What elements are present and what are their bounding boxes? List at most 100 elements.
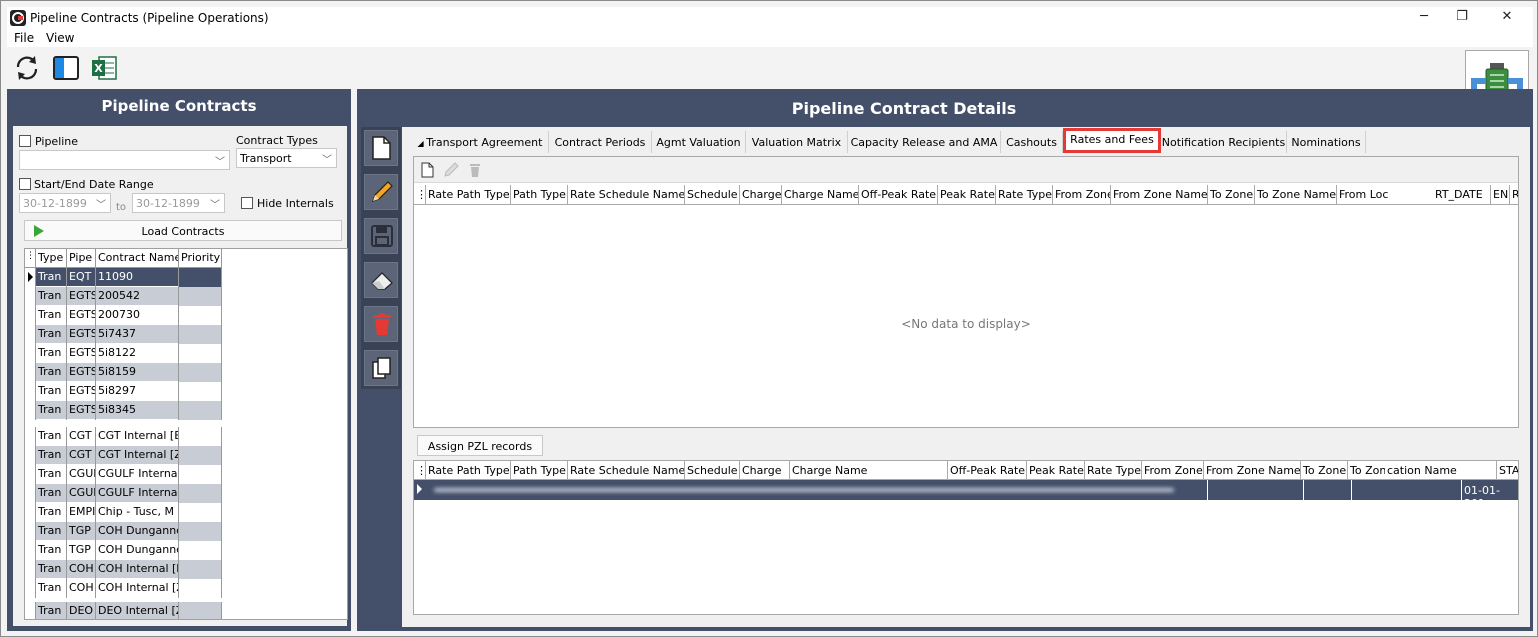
contract-types-dropdown[interactable]: Transport ﹀ bbox=[236, 148, 337, 168]
tab-cashouts[interactable]: Cashouts bbox=[1001, 131, 1063, 153]
tab-rates-and-fees[interactable]: Rates and Fees bbox=[1063, 128, 1161, 153]
rates-column-header[interactable]: END_DATE bbox=[1491, 185, 1510, 204]
contract-row[interactable]: Tran EGTS 5i7437 bbox=[25, 325, 222, 344]
rates-column-header[interactable]: RT_DATE bbox=[1433, 185, 1491, 204]
rates-column-header[interactable]: Path Type bbox=[511, 185, 568, 204]
pzl-column-header[interactable]: Rate Schedule Name bbox=[568, 461, 685, 479]
rates-column-header[interactable]: Charge bbox=[740, 185, 782, 204]
rates-column-header[interactable]: Off-Peak Rate bbox=[859, 185, 938, 204]
tab-contract-periods[interactable]: Contract Periods bbox=[549, 131, 652, 153]
contract-row[interactable]: Tran EGTS 200542 bbox=[25, 287, 222, 306]
pzl-column-header[interactable]: Path Type bbox=[511, 461, 568, 479]
grid-new-icon[interactable] bbox=[419, 162, 435, 178]
excel-icon[interactable]: X bbox=[91, 55, 117, 81]
layout-panel-icon[interactable] bbox=[53, 56, 79, 80]
copy-record-button[interactable] bbox=[364, 350, 398, 386]
contract-row[interactable]: Tran EGTS 5i8159 bbox=[25, 363, 222, 382]
save-record-button[interactable] bbox=[364, 218, 398, 254]
grid-toolbar bbox=[414, 157, 1518, 183]
contract-row[interactable]: Tran EMPI Chip - Tusc, M bbox=[25, 503, 222, 522]
rates-column-header[interactable]: From Zone Name bbox=[1111, 185, 1208, 204]
contract-row[interactable]: Tran DEO DEO Internal [Z bbox=[25, 602, 222, 619]
rates-column-header[interactable]: Rate Schedule Name bbox=[568, 185, 685, 204]
new-record-button[interactable] bbox=[364, 130, 398, 166]
pzl-records-grid[interactable]: ⋮ Rate Path Type Path Type Rate Schedule Na… bbox=[413, 460, 1519, 615]
tab-valuation-matrix[interactable]: Valuation Matrix bbox=[746, 131, 848, 153]
contract-row[interactable]: Tran CGT CGT Internal [E bbox=[25, 427, 222, 446]
to-label: to bbox=[116, 202, 127, 213]
pzl-column-header[interactable]: Schedule bbox=[685, 461, 740, 479]
hide-internals-checkbox[interactable] bbox=[241, 197, 253, 209]
rates-column-header[interactable]: To Zone bbox=[1208, 185, 1255, 204]
pzl-column-header[interactable]: START_DA bbox=[1497, 461, 1518, 479]
contract-row[interactable]: Tran EGTS 200730 bbox=[25, 306, 222, 325]
menu-view[interactable]: View bbox=[46, 31, 74, 45]
pzl-column-header[interactable]: Off-Peak Rate bbox=[948, 461, 1027, 479]
tab-agmt-valuation[interactable]: Agmt Valuation bbox=[652, 131, 746, 153]
contract-details-area: ◢ Transport Agreement Contract Periods A… bbox=[402, 127, 1530, 627]
column-header-priority[interactable]: Priority bbox=[179, 249, 222, 268]
tab-notification-recipients[interactable]: Notification Recipients bbox=[1161, 131, 1287, 153]
contract-row[interactable]: Tran EGTS 5i8345 bbox=[25, 401, 222, 420]
close-button[interactable]: ✕ bbox=[1495, 9, 1519, 27]
rates-column-header[interactable]: Rate Path Type bbox=[426, 185, 511, 204]
pzl-grid-row[interactable]: 01-01-201 bbox=[414, 480, 1518, 510]
rates-column-header[interactable]: From Loc bbox=[1337, 185, 1433, 204]
date-range-checkbox[interactable] bbox=[19, 178, 31, 190]
grid-delete-icon[interactable] bbox=[467, 162, 483, 178]
contract-row[interactable]: Tran CGUI CGULF Internal bbox=[25, 484, 222, 503]
maximize-button[interactable]: ❐ bbox=[1450, 9, 1474, 27]
contract-types-label: Contract Types bbox=[236, 134, 318, 147]
contract-row[interactable]: Tran TGP COH Dungannc bbox=[25, 541, 222, 560]
column-header-contract-name[interactable]: Contract Name bbox=[96, 249, 179, 268]
assign-pzl-records-button[interactable]: Assign PZL records bbox=[417, 435, 543, 456]
column-chooser-icon[interactable]: ⋮ bbox=[414, 461, 426, 479]
menu-file[interactable]: File bbox=[14, 31, 34, 45]
pzl-column-header[interactable]: Charge Name bbox=[790, 461, 948, 479]
pzl-column-header[interactable]: From Zone Name bbox=[1204, 461, 1301, 479]
tab-nominations[interactable]: Nominations bbox=[1287, 131, 1366, 153]
tab-capacity-release[interactable]: Capacity Release and AMA bbox=[848, 131, 1001, 153]
rates-column-header[interactable]: To Zone Name bbox=[1255, 185, 1337, 204]
edit-record-button[interactable] bbox=[364, 174, 398, 210]
contract-row[interactable]: Tran COH COH Internal [Z bbox=[25, 579, 222, 598]
column-chooser-icon[interactable]: ⋮ bbox=[414, 185, 426, 204]
pzl-column-header[interactable]: cation Name bbox=[1385, 461, 1497, 479]
contract-row[interactable]: Tran TGP COH Dungannc bbox=[25, 522, 222, 541]
pzl-column-header[interactable]: To Zon bbox=[1348, 461, 1385, 479]
rates-column-header[interactable]: RAT bbox=[1510, 185, 1518, 204]
column-header-type[interactable]: Type bbox=[36, 249, 67, 268]
pzl-column-header[interactable]: Peak Rate bbox=[1027, 461, 1085, 479]
contract-row[interactable]: Tran CGT CGT Internal [Z bbox=[25, 446, 222, 465]
contracts-grid[interactable]: ⋮ Type Pipe Contract Name Priority Tran E… bbox=[24, 248, 348, 620]
pzl-column-header[interactable]: Rate Type bbox=[1085, 461, 1142, 479]
rates-column-header[interactable]: Charge Name bbox=[782, 185, 859, 204]
contract-row[interactable]: Tran COH COH Internal [E bbox=[25, 560, 222, 579]
contract-row-selected[interactable]: Tran EQT 11090 bbox=[25, 268, 222, 287]
contract-row[interactable]: Tran EGTS 5i8122 bbox=[25, 344, 222, 363]
column-header-pipe[interactable]: Pipe bbox=[67, 249, 96, 268]
clear-button[interactable] bbox=[364, 262, 398, 298]
grid-edit-icon[interactable] bbox=[443, 162, 459, 178]
pipeline-checkbox[interactable] bbox=[19, 135, 31, 147]
pzl-column-header[interactable]: To Zone bbox=[1301, 461, 1348, 479]
contract-row[interactable]: Tran EGTS 5i8297 bbox=[25, 382, 222, 401]
rates-column-header[interactable]: Rate Type bbox=[996, 185, 1053, 204]
load-contracts-button[interactable]: Load Contracts bbox=[24, 220, 342, 241]
rates-column-header[interactable]: From Zone bbox=[1053, 185, 1111, 204]
refresh-icon[interactable] bbox=[13, 54, 41, 82]
delete-record-button[interactable] bbox=[364, 306, 398, 342]
pzl-column-header[interactable]: Rate Path Type bbox=[426, 461, 511, 479]
pipeline-dropdown[interactable]: ﹀ bbox=[19, 150, 230, 170]
contract-row[interactable]: Tran CGUI CGULF Internal bbox=[25, 465, 222, 484]
column-chooser-icon[interactable]: ⋮ bbox=[25, 249, 36, 268]
start-date-picker[interactable]: 30-12-1899 ﹀ bbox=[19, 193, 111, 213]
minimize-button[interactable]: ─ bbox=[1412, 9, 1436, 27]
tab-transport-agreement[interactable]: ◢ Transport Agreement bbox=[412, 131, 549, 153]
pzl-column-header[interactable]: Charge bbox=[740, 461, 790, 479]
rates-column-header[interactable]: Peak Rate bbox=[938, 185, 996, 204]
end-date-picker[interactable]: 30-12-1899 ﹀ bbox=[132, 193, 225, 213]
pzl-column-header[interactable]: From Zone bbox=[1142, 461, 1204, 479]
rates-fees-grid[interactable]: ⋮ Rate Path Type Path Type Rate Schedule Na… bbox=[413, 156, 1519, 428]
rates-column-header[interactable]: Schedule bbox=[685, 185, 740, 204]
